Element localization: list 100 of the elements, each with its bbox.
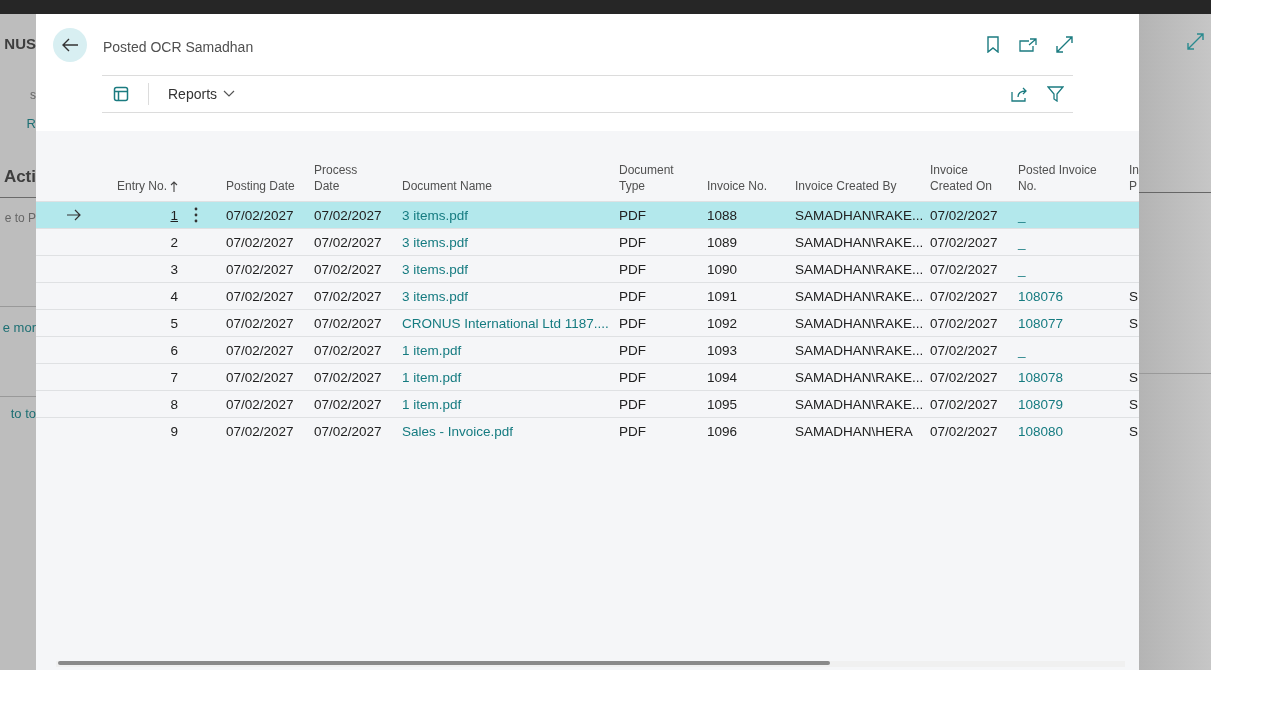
table-cell: 07/02/2027 bbox=[930, 369, 998, 385]
table-cell: 07/02/2027 bbox=[930, 342, 998, 358]
table-cell: PDF bbox=[619, 261, 646, 277]
table-row[interactable]: 9 07/02/2027 07/02/2027 Sales - Invoice.pdf PDF 1096 SAMADHAN\HERA 07/02/2027 108080 S bbox=[36, 417, 1139, 444]
table-cell: 2 bbox=[170, 234, 178, 250]
invoice-link[interactable]: 108079 bbox=[1018, 396, 1064, 412]
column-header[interactable]: Entry No. bbox=[100, 178, 184, 194]
table-cell: PDF bbox=[619, 207, 646, 223]
table-row[interactable]: 1 07/02/2027 07/02/2027 3 items.pdf PDF 1088 SAMADHAN\RAKE... 07/02/2027 _ bbox=[36, 201, 1139, 228]
table-cell: PDF bbox=[619, 423, 646, 439]
invoice-link[interactable]: _ bbox=[1018, 234, 1026, 250]
filter-icon[interactable] bbox=[1047, 86, 1064, 102]
document-link[interactable]: CRONUS International Ltd 1187.... bbox=[402, 315, 609, 331]
table-cell: SAMADHAN\RAKE... bbox=[795, 315, 924, 331]
table-cell: 5 bbox=[170, 315, 178, 331]
bookmark-icon[interactable] bbox=[986, 36, 1000, 53]
table-cell: 07/02/2027 bbox=[314, 342, 382, 358]
back-button[interactable] bbox=[53, 27, 87, 62]
document-link[interactable]: 1 item.pdf bbox=[402, 369, 462, 385]
column-header[interactable]: Document Type bbox=[609, 162, 697, 194]
expand-icon[interactable] bbox=[1056, 36, 1073, 53]
document-link[interactable]: 3 items.pdf bbox=[402, 207, 469, 223]
document-link[interactable]: 3 items.pdf bbox=[402, 234, 469, 250]
column-header[interactable]: Invoice Created On bbox=[920, 162, 1008, 194]
more-options-icon[interactable] bbox=[194, 207, 198, 223]
share-icon[interactable] bbox=[1011, 86, 1028, 102]
table-cell: 8 bbox=[170, 396, 178, 412]
table-cell: 1089 bbox=[707, 234, 738, 250]
column-header[interactable]: Posted Invoice No. bbox=[1008, 162, 1119, 194]
table-cell: PDF bbox=[619, 288, 646, 304]
table-cell: S bbox=[1129, 423, 1138, 439]
table-cell: S bbox=[1129, 288, 1138, 304]
table-cell: 07/02/2027 bbox=[226, 288, 294, 304]
chevron-down-icon bbox=[223, 90, 236, 98]
scrollbar[interactable] bbox=[56, 661, 1125, 667]
table-row[interactable]: 6 07/02/2027 07/02/2027 1 item.pdf PDF 1093 SAMADHAN\RAKE... 07/02/2027 _ bbox=[36, 336, 1139, 363]
column-header[interactable]: In P bbox=[1119, 162, 1139, 194]
arrow-right-icon bbox=[65, 209, 81, 221]
table-row[interactable]: 7 07/02/2027 07/02/2027 1 item.pdf PDF 1094 SAMADHAN\RAKE... 07/02/2027 108078 S bbox=[36, 363, 1139, 390]
table-cell: 07/02/2027 bbox=[314, 369, 382, 385]
document-link[interactable]: Sales - Invoice.pdf bbox=[402, 423, 514, 439]
document-link[interactable]: 3 items.pdf bbox=[402, 288, 469, 304]
invoice-link[interactable]: _ bbox=[1018, 342, 1026, 358]
invoice-link[interactable]: 108077 bbox=[1018, 315, 1064, 331]
table-cell: 07/02/2027 bbox=[930, 261, 998, 277]
table-row[interactable]: 4 07/02/2027 07/02/2027 3 items.pdf PDF 1091 SAMADHAN\RAKE... 07/02/2027 108076 S bbox=[36, 282, 1139, 309]
table-cell: 07/02/2027 bbox=[930, 396, 998, 412]
table-row[interactable]: 8 07/02/2027 07/02/2027 1 item.pdf PDF 1095 SAMADHAN\RAKE... 07/02/2027 108079 S bbox=[36, 390, 1139, 417]
table-cell: 9 bbox=[170, 423, 178, 439]
column-header[interactable]: Document Name bbox=[392, 178, 609, 194]
document-link[interactable]: 1 item.pdf bbox=[402, 396, 462, 412]
document-link[interactable]: 1 item.pdf bbox=[402, 342, 462, 358]
table-cell: 07/02/2027 bbox=[314, 207, 382, 223]
invoice-link[interactable]: 108078 bbox=[1018, 369, 1064, 385]
table-cell: PDF bbox=[619, 315, 646, 331]
open-in-new-window-icon[interactable] bbox=[1019, 37, 1037, 52]
table-row[interactable]: 2 07/02/2027 07/02/2027 3 items.pdf PDF 1089 SAMADHAN\RAKE... 07/02/2027 _ bbox=[36, 228, 1139, 255]
table-cell: S bbox=[1129, 315, 1138, 331]
table-cell: S bbox=[1129, 369, 1138, 385]
page-text: e to P bbox=[4, 212, 36, 224]
page-text: s bbox=[30, 89, 36, 101]
column-header[interactable]: Invoice No. bbox=[697, 178, 785, 194]
table-cell: 07/02/2027 bbox=[314, 396, 382, 412]
invoice-link[interactable]: _ bbox=[1018, 261, 1026, 277]
page-title: NUS bbox=[4, 36, 36, 51]
invoice-link[interactable]: 108076 bbox=[1018, 288, 1064, 304]
table-cell: SAMADHAN\RAKE... bbox=[795, 342, 924, 358]
table-cell: 07/02/2027 bbox=[226, 369, 294, 385]
table-cell: 07/02/2027 bbox=[226, 234, 294, 250]
back-arrow-icon bbox=[61, 37, 79, 52]
table-cell: PDF bbox=[619, 396, 646, 412]
table-cell: 07/02/2027 bbox=[314, 234, 382, 250]
column-header[interactable]: Invoice Created By bbox=[785, 178, 920, 194]
table-cell: 1095 bbox=[707, 396, 738, 412]
table-cell: 07/02/2027 bbox=[930, 234, 998, 250]
table-cell: 07/02/2027 bbox=[314, 288, 382, 304]
column-header[interactable]: Posting Date bbox=[216, 178, 304, 194]
page-link[interactable]: R bbox=[26, 117, 36, 130]
table-cell: 1092 bbox=[707, 315, 738, 331]
table-cell: 07/02/2027 bbox=[930, 423, 998, 439]
table-cell: SAMADHAN\RAKE... bbox=[795, 396, 924, 412]
table-cell: 07/02/2027 bbox=[226, 261, 294, 277]
layout-icon[interactable] bbox=[113, 86, 129, 102]
table-cell: SAMADHAN\RAKE... bbox=[795, 288, 924, 304]
table-row[interactable]: 3 07/02/2027 07/02/2027 3 items.pdf PDF 1090 SAMADHAN\RAKE... 07/02/2027 _ bbox=[36, 255, 1139, 282]
table-cell: 07/02/2027 bbox=[930, 315, 998, 331]
document-link[interactable]: 3 items.pdf bbox=[402, 261, 469, 277]
table-cell: SAMADHAN\HERA bbox=[795, 423, 913, 439]
table-cell: 07/02/2027 bbox=[314, 423, 382, 439]
invoice-link[interactable]: _ bbox=[1018, 207, 1026, 223]
table-cell: 07/02/2027 bbox=[226, 396, 294, 412]
table-cell: 1090 bbox=[707, 261, 738, 277]
table-cell: SAMADHAN\RAKE... bbox=[795, 261, 924, 277]
table-cell: 07/02/2027 bbox=[226, 315, 294, 331]
invoice-link[interactable]: 108080 bbox=[1018, 423, 1064, 439]
reports-menu[interactable]: Reports bbox=[168, 86, 236, 102]
table-cell: PDF bbox=[619, 342, 646, 358]
table-row[interactable]: 5 07/02/2027 07/02/2027 CRONUS International Ltd 1187.... PDF 1092 SAMADHAN\RAKE... 07/02/2027 108077 S bbox=[36, 309, 1139, 336]
table-cell: 6 bbox=[170, 342, 178, 358]
column-header[interactable]: Process Date bbox=[304, 162, 392, 194]
